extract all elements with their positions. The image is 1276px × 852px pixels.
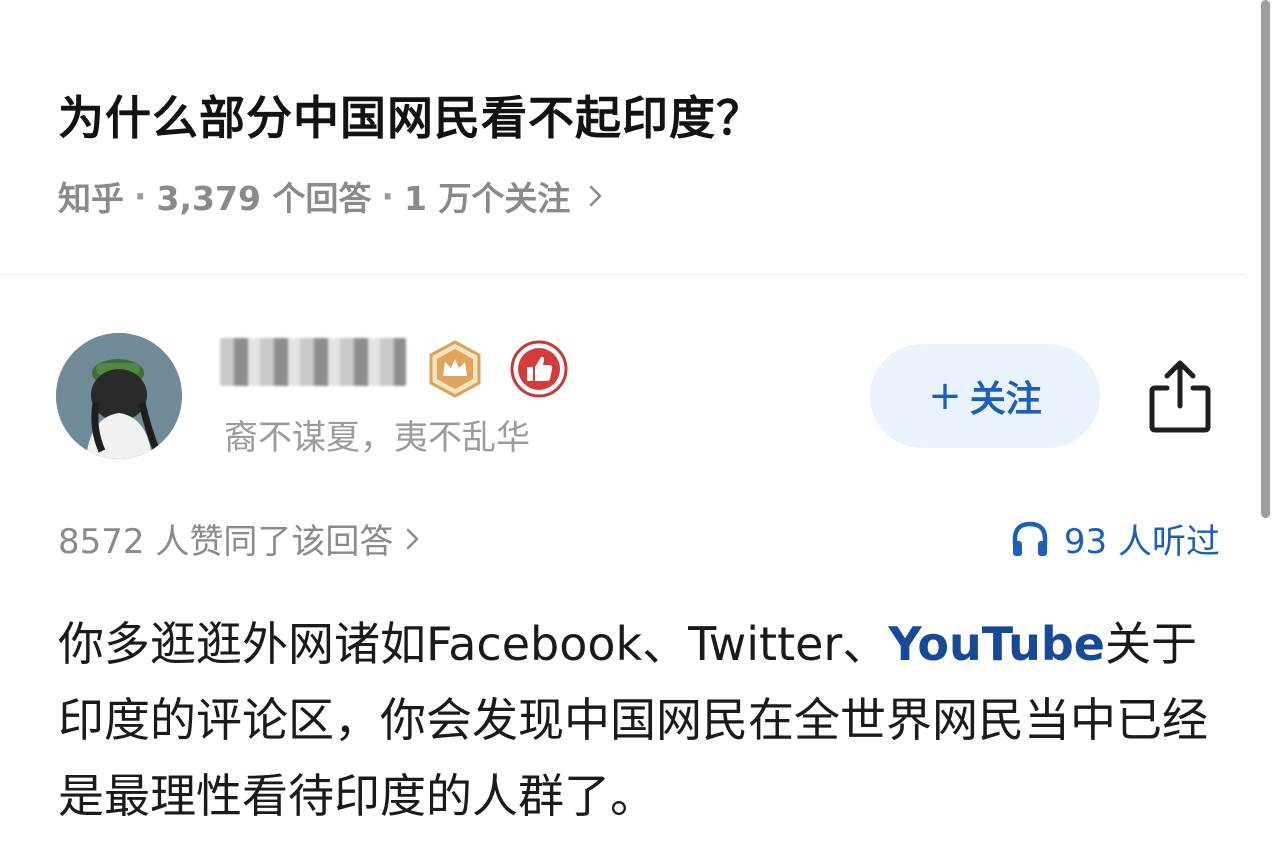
chevron-right-icon — [407, 528, 419, 549]
share-icon — [1149, 360, 1211, 433]
plus-icon: + — [928, 373, 962, 419]
answer-text: 你多逛逛外网诸如Facebook、Twitter、 — [58, 617, 889, 671]
crown-badge-icon[interactable] — [426, 340, 484, 398]
scrollbar[interactable] — [1261, 0, 1270, 518]
chevron-right-icon — [590, 185, 602, 207]
answer-content: 你多逛逛外网诸如Facebook、Twitter、YouTube关于印度的评论区… — [58, 606, 1228, 834]
question-meta[interactable]: 知乎 · 3,379 个回答 · 1 万个关注 — [58, 172, 610, 220]
author-bio: 裔不谋夏，夷不乱华 — [224, 418, 530, 458]
follower-count: 1 万个关注 — [403, 179, 571, 218]
vote-summary[interactable]: 8572 人赞同了该回答 — [58, 514, 425, 563]
vote-count: 8572 人赞同了该回答 — [58, 522, 394, 562]
answer-page: 为什么部分中国网民看不起印度？ 知乎 · 3,379 个回答 · 1 万个关注 … — [0, 0, 1276, 852]
avatar[interactable] — [56, 333, 182, 459]
source-label: 知乎 — [58, 179, 124, 218]
meta-separator: · — [381, 176, 394, 216]
meta-separator: · — [134, 176, 147, 216]
header-divider — [0, 274, 1246, 275]
share-button[interactable] — [1140, 354, 1220, 438]
headphones-icon — [1012, 521, 1048, 556]
question-title[interactable]: 为什么部分中国网民看不起印度？ — [58, 82, 763, 148]
follow-button-label: 关注 — [969, 379, 1042, 420]
answer-count: 3,379 个回答 — [156, 179, 372, 218]
thumbs-up-badge-icon[interactable] — [510, 340, 568, 398]
follow-button[interactable]: + 关注 — [870, 344, 1100, 448]
avatar-illustration — [56, 333, 182, 459]
author-name-redacted[interactable]: · — [220, 338, 406, 386]
question-header[interactable]: 为什么部分中国网民看不起印度？ 知乎 · 3,379 个回答 · 1 万个关注 — [0, 0, 1276, 276]
listen-summary[interactable]: 93 人听过 — [1010, 514, 1220, 563]
youtube-link[interactable]: YouTube — [888, 617, 1105, 671]
listener-count: 93 人听过 — [1063, 522, 1220, 562]
